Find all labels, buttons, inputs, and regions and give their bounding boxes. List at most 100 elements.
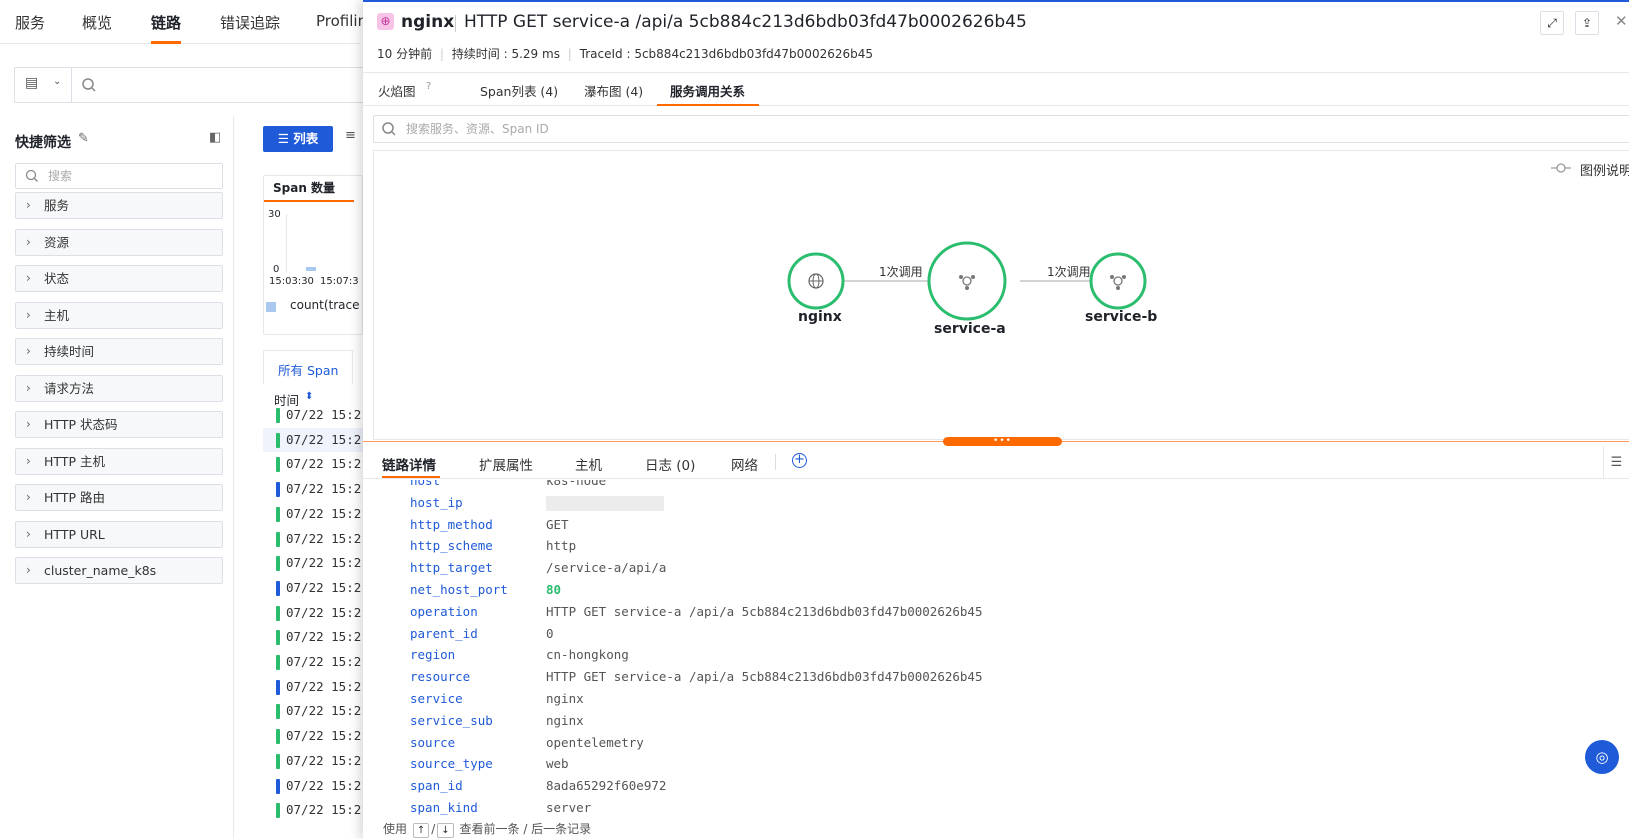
table-row[interactable]: 07/22 15:2: [286, 531, 361, 546]
resize-handle[interactable]: •••: [943, 437, 1062, 446]
hint-prefix: 使用: [383, 822, 408, 836]
tab-flamegraph[interactable]: 火焰图: [378, 81, 416, 100]
fullscreen-icon[interactable]: ⤢: [1540, 11, 1564, 35]
attribute-value[interactable]: HTTP GET service-a /api/a 5cb884c213d6bd…: [546, 669, 983, 684]
node-service-b[interactable]: [1089, 252, 1147, 310]
tab-network[interactable]: 网络: [731, 454, 758, 474]
facet-item[interactable]: › 主机: [15, 301, 223, 329]
tab-extended-attrs[interactable]: 扩展属性: [479, 454, 533, 474]
facet-item[interactable]: › HTTP URL: [15, 520, 223, 548]
table-row[interactable]: 07/22 15:2: [286, 407, 361, 422]
add-tab-icon[interactable]: +: [792, 453, 807, 468]
chart-tab[interactable]: Span 数量: [273, 179, 335, 196]
table-row[interactable]: 07/22 15:2: [286, 506, 361, 521]
table-row[interactable]: 07/22 15:2: [286, 605, 361, 620]
facet-item[interactable]: › 请求方法: [15, 374, 223, 402]
list-view-button[interactable]: ☰ 列表: [263, 126, 333, 152]
sort-icon[interactable]: ≡: [345, 128, 356, 143]
table-row[interactable]: 07/22 15:2: [286, 802, 361, 817]
table-row[interactable]: 07/22 15:2: [286, 432, 361, 447]
divider: [71, 68, 72, 102]
attribute-key: resource: [410, 669, 471, 685]
table-row[interactable]: 07/22 15:2: [286, 753, 361, 768]
trace-detail-drawer: ⊕ nginx HTTP GET service-a /api/a 5cb884…: [363, 0, 1629, 839]
table-row[interactable]: 07/22 15:2: [286, 456, 361, 471]
all-span-tab-label: 所有 Span: [278, 363, 339, 378]
nav-profiling[interactable]: Profilin: [316, 12, 367, 30]
attribute-value[interactable]: 80: [546, 582, 561, 597]
service-call-graph[interactable]: 图例说明 1次调用 1次调用 nginx service-a service-b: [373, 150, 1629, 440]
attribute-value[interactable]: http: [546, 538, 576, 553]
help-icon[interactable]: ?: [426, 81, 431, 92]
masked-value: [546, 495, 664, 511]
share-icon[interactable]: ⇪: [1575, 11, 1599, 35]
query-bar[interactable]: ▤ ⌄: [14, 67, 374, 103]
collapse-sidebar-icon[interactable]: ◧: [209, 130, 221, 145]
x-tick-2: 15:07:3: [320, 276, 359, 287]
arrow-down-icon: ↓: [437, 823, 454, 838]
close-icon[interactable]: ✕: [1615, 12, 1628, 30]
nav-overview[interactable]: 概览: [82, 12, 112, 33]
table-row[interactable]: 07/22 15:2: [286, 555, 361, 570]
facet-item[interactable]: › HTTP 路由: [15, 484, 223, 511]
table-row[interactable]: 07/22 15:2: [286, 703, 361, 718]
facet-item[interactable]: › HTTP 状态码: [15, 411, 223, 438]
attribute-value[interactable]: web: [546, 756, 569, 771]
nav-services[interactable]: 服务: [15, 12, 45, 33]
facet-item[interactable]: › 持续时间: [15, 338, 223, 365]
edit-icon[interactable]: ✎: [78, 131, 89, 146]
title-divider: [455, 15, 456, 32]
attribute-value[interactable]: HTTP GET service-a /api/a 5cb884c213d6bd…: [546, 604, 983, 619]
filter-icon[interactable]: ☰: [1603, 446, 1629, 479]
table-row[interactable]: 07/22 15:2: [286, 778, 361, 793]
table-row[interactable]: 07/22 15:2: [286, 654, 361, 669]
tab-waterfall[interactable]: 瀑布图 (4): [584, 81, 643, 100]
attribute-value[interactable]: server: [546, 800, 591, 815]
attribute-value[interactable]: opentelemetry: [546, 735, 644, 750]
nav-traces[interactable]: 链路: [151, 12, 181, 33]
status-bar: [276, 457, 280, 473]
table-row[interactable]: 07/22 15:2: [286, 629, 361, 644]
chevron-right-icon: ›: [26, 380, 31, 395]
nav-error-tracking[interactable]: 错误追踪: [220, 12, 280, 33]
table-row[interactable]: 07/22 15:2: [286, 481, 361, 496]
search-icon: [82, 78, 96, 92]
meta-sep: |: [439, 47, 444, 61]
table-row[interactable]: 07/22 15:2: [286, 679, 361, 694]
trace-id[interactable]: TraceId : 5cb884c213d6bdb03fd47b0002626b…: [580, 47, 873, 61]
node-service-a[interactable]: [927, 241, 1007, 321]
attribute-value[interactable]: 0: [546, 626, 554, 641]
facet-item[interactable]: › 状态: [15, 265, 223, 292]
facet-item[interactable]: › 资源: [15, 228, 223, 256]
status-bar: [276, 729, 280, 745]
attribute-value[interactable]: 8ada65292f60e972: [546, 778, 666, 793]
facet-item[interactable]: › cluster_name_k8s: [15, 557, 223, 584]
duration: 持续时间 : 5.29 ms: [451, 47, 560, 61]
tab-service-map[interactable]: 服务调用关系: [670, 81, 745, 100]
tab-trace-detail[interactable]: 链路详情: [382, 454, 436, 474]
attribute-key: http_target: [410, 560, 493, 576]
source-select-icon[interactable]: ▤: [25, 75, 38, 91]
chevron-right-icon: ›: [26, 307, 31, 322]
attribute-value[interactable]: k8s-node: [546, 480, 606, 488]
filter-search-input[interactable]: 搜索: [15, 163, 223, 189]
attribute-value[interactable]: /service-a/api/a: [546, 560, 666, 575]
status-bar: [276, 679, 280, 695]
tab-logs[interactable]: 日志 (0): [645, 454, 695, 474]
ai-assistant-button[interactable]: ◎: [1585, 740, 1619, 774]
table-row[interactable]: 07/22 15:2: [286, 580, 361, 595]
attribute-value[interactable]: GET: [546, 517, 569, 532]
span-search-input[interactable]: 搜索服务、资源、Span ID: [373, 115, 1629, 143]
attribute-value[interactable]: cn-hongkong: [546, 647, 629, 662]
attribute-value[interactable]: nginx: [546, 713, 584, 728]
tab-span-list[interactable]: Span列表 (4): [480, 81, 558, 100]
sort-desc-icon[interactable]: ⬍: [305, 391, 313, 402]
all-span-tab[interactable]: 所有 Span: [263, 350, 353, 384]
facet-item[interactable]: › 服务: [15, 192, 223, 219]
attribute-value[interactable]: nginx: [546, 691, 584, 706]
chevron-down-icon[interactable]: ⌄: [53, 76, 61, 87]
facet-item[interactable]: › HTTP 主机: [15, 447, 223, 475]
table-row[interactable]: 07/22 15:2: [286, 728, 361, 743]
tab-host[interactable]: 主机: [575, 454, 602, 474]
attribute-key: host: [410, 480, 441, 488]
